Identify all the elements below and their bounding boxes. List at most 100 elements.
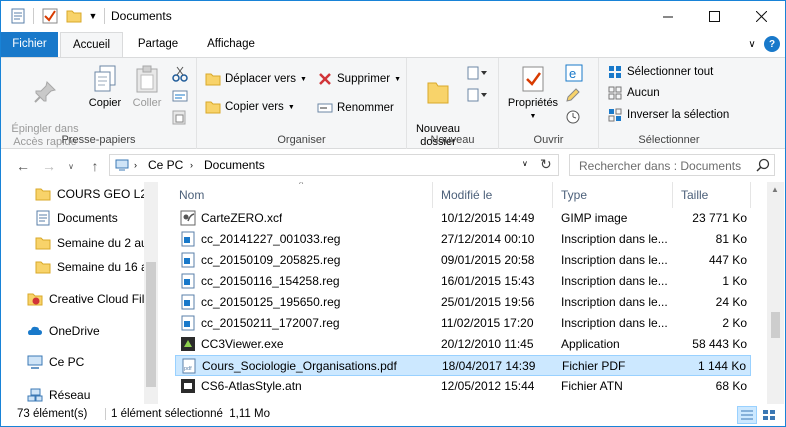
file-name: Cours_Sociologie_Organisations.pdf (202, 359, 397, 373)
nav-item-label: Creative Cloud Fil (49, 292, 145, 306)
paste-shortcut-icon[interactable] (172, 107, 186, 127)
delete-x-icon (317, 71, 333, 87)
file-list-scrollbar[interactable]: ▲ (767, 182, 784, 404)
properties-quick-icon[interactable] (9, 7, 27, 25)
edit-icon[interactable] (565, 85, 581, 105)
breadcrumb-ce-pc[interactable]: Ce PC (148, 158, 183, 172)
invert-selection-button[interactable]: Inverser la sélection (607, 105, 729, 125)
recent-locations-icon[interactable]: ∨ (61, 157, 81, 175)
table-row[interactable]: CarteZERO.xcf 10/12/2015 14:49 GIMP imag… (175, 208, 751, 229)
file-name: cc_20150116_154258.reg (201, 274, 340, 288)
cut-icon[interactable] (172, 64, 188, 84)
navigation-bar: ← → ∨ ↑ › Ce PC › Documents ∨ ↻ Recherch… (1, 149, 785, 182)
customize-toolbar-icon[interactable]: ▼ (87, 7, 99, 25)
nav-item-reseau[interactable]: Réseau (27, 384, 158, 404)
scroll-up-icon[interactable]: ▲ (771, 185, 779, 194)
search-icon[interactable] (756, 158, 770, 175)
nav-scrollbar[interactable] (144, 182, 158, 404)
file-name: CC3Viewer.exe (201, 337, 284, 351)
table-row-selected[interactable]: pdf Cours_Sociologie_Organisations.pdf 1… (175, 355, 751, 376)
copy-path-icon[interactable] (172, 86, 188, 106)
new-item-icon[interactable] (467, 63, 489, 83)
nav-item-onedrive[interactable]: OneDrive (27, 320, 158, 342)
atn-file-icon (180, 378, 196, 394)
breadcrumb-documents[interactable]: Documents (204, 158, 265, 172)
table-row[interactable]: cc_20150109_205825.reg 09/01/2015 20:58 … (175, 250, 751, 271)
computer-icon (115, 158, 129, 175)
easy-access-icon[interactable] (467, 85, 489, 105)
column-header-type[interactable]: Type (553, 182, 673, 208)
nav-item-creative-cloud[interactable]: Creative Cloud Fil (27, 288, 158, 310)
select-none-button[interactable]: Aucun (607, 83, 660, 103)
file-date: 16/01/2015 15:43 (441, 274, 535, 288)
select-all-button[interactable]: Sélectionner tout (607, 62, 713, 82)
registry-file-icon (180, 273, 196, 289)
copy-to-button[interactable]: Copier vers ▼ (205, 97, 295, 117)
open-edge-icon[interactable]: e (565, 63, 587, 83)
nav-item-semaine-2[interactable]: Semaine du 2 au (35, 232, 158, 254)
paste-label: Coller (132, 97, 162, 109)
close-button[interactable] (738, 1, 784, 32)
table-row[interactable]: cc_20150125_195650.reg 25/01/2015 19:56 … (175, 292, 751, 313)
checkmark-quick-icon[interactable] (41, 7, 59, 25)
nav-item-documents[interactable]: Documents (35, 207, 158, 229)
table-row[interactable]: cc_20150116_154258.reg 16/01/2015 15:43 … (175, 271, 751, 292)
up-arrow-icon[interactable]: ↑ (85, 157, 105, 175)
file-type: Application (561, 337, 620, 351)
table-row[interactable]: cc_20150211_172007.reg 11/02/2015 17:20 … (175, 313, 751, 334)
delete-label: Supprimer (337, 73, 391, 85)
folder-icon (35, 186, 51, 202)
nav-item-label: Réseau (49, 388, 91, 402)
address-bar[interactable]: › Ce PC › Documents ∨ ↻ (109, 154, 559, 176)
tab-affichage[interactable]: Affichage (196, 32, 266, 57)
search-placeholder: Rechercher dans : Documents (579, 159, 742, 173)
copy-button[interactable]: Copier (85, 64, 125, 110)
help-icon[interactable]: ? (764, 36, 780, 52)
large-icons-view-icon[interactable] (759, 406, 779, 424)
move-to-button[interactable]: Déplacer vers ▼ (205, 69, 307, 89)
clipboard-icon (132, 64, 162, 94)
history-icon[interactable] (565, 107, 581, 127)
divider (105, 408, 106, 420)
table-row[interactable]: cc_20141227_001033.reg 27/12/2014 00:10 … (175, 229, 751, 250)
column-header-name[interactable]: Nom (171, 182, 433, 208)
properties-button[interactable]: Propriétés ▼ (503, 64, 563, 123)
paste-button[interactable]: Coller (127, 64, 167, 110)
group-organiser: Déplacer vers ▼ Copier vers ▼ Supprimer ▼ R… (197, 58, 407, 149)
nav-item-ce-pc[interactable]: Ce PC (27, 351, 158, 373)
forward-arrow-icon[interactable]: → (39, 157, 59, 175)
file-name: cc_20150211_172007.reg (201, 316, 340, 330)
address-dropdown-icon[interactable]: ∨ (522, 159, 528, 168)
chevron-down-icon: ▼ (529, 113, 537, 120)
back-arrow-icon[interactable]: ← (13, 157, 33, 175)
file-type: Inscription dans le... (561, 232, 668, 246)
divider (104, 8, 105, 24)
file-name: cc_20141227_001033.reg (201, 232, 341, 246)
maximize-button[interactable] (691, 1, 737, 32)
delete-button[interactable]: Supprimer ▼ (317, 69, 401, 89)
file-date: 09/01/2015 20:58 (441, 253, 535, 267)
file-name: CarteZERO.xcf (201, 211, 283, 225)
nav-item-cours-geo[interactable]: COURS GEO L2 (35, 183, 158, 205)
column-header-size[interactable]: Taille (673, 182, 751, 208)
file-list-scrollbar-thumb[interactable] (771, 312, 780, 338)
pin-icon (30, 77, 60, 107)
details-view-icon[interactable] (737, 406, 757, 424)
minimize-button[interactable] (645, 1, 691, 32)
search-input[interactable]: Rechercher dans : Documents (569, 154, 775, 176)
tab-fichier[interactable]: Fichier (1, 32, 58, 57)
column-header-date[interactable]: Modifié le (433, 182, 553, 208)
nav-scrollbar-thumb[interactable] (146, 262, 156, 387)
rename-button[interactable]: Renommer (317, 98, 394, 118)
tab-accueil[interactable]: Accueil (60, 32, 123, 58)
tab-partage[interactable]: Partage (126, 32, 190, 57)
table-row[interactable]: CS6-AtlasStyle.atn 12/05/2012 15:44 Fich… (175, 376, 751, 397)
chevron-down-icon: ▼ (299, 75, 307, 83)
nav-item-semaine-16[interactable]: Semaine du 16 a (35, 256, 158, 278)
table-row[interactable]: CC3Viewer.exe 20/12/2010 11:45 Applicati… (175, 334, 751, 355)
svg-text:pdf: pdf (184, 366, 192, 372)
new-folder-quick-icon[interactable] (65, 7, 83, 25)
collapse-ribbon-icon[interactable]: ∨ (744, 36, 760, 52)
group-label-organiser: Organiser (277, 134, 326, 146)
refresh-icon[interactable]: ↻ (540, 156, 552, 173)
